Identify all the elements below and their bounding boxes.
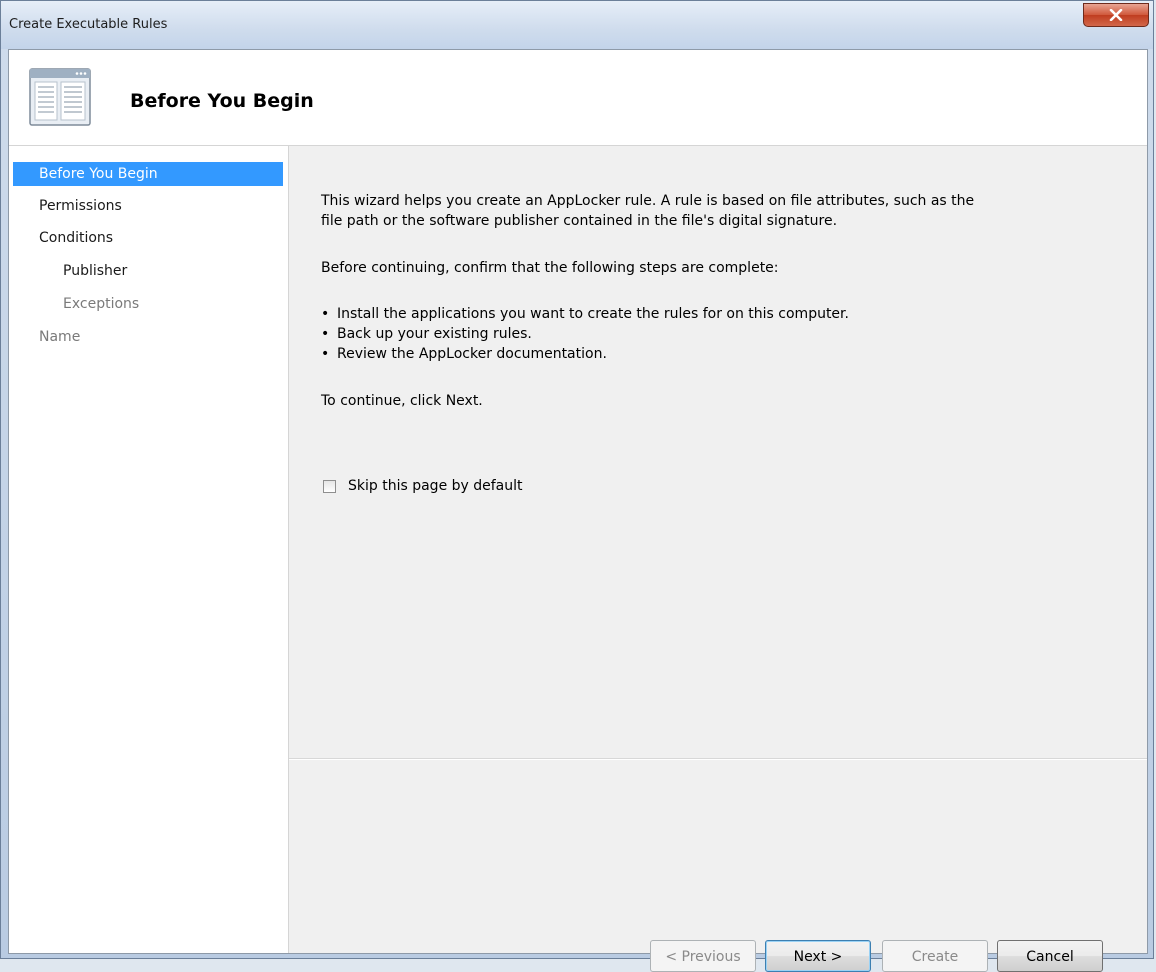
next-button[interactable]: Next >: [765, 940, 871, 972]
nav-item-name: Name: [39, 329, 81, 345]
wizard-content: This wizard helps you create an AppLocke…: [289, 146, 1147, 953]
list-item-text: Install the applications you want to cre…: [337, 306, 849, 322]
list-item-text: Review the AppLocker documentation.: [337, 346, 607, 362]
skip-page-label[interactable]: Skip this page by default: [348, 478, 523, 494]
skip-page-option[interactable]: Skip this page by default: [323, 476, 523, 496]
nav-item-exceptions: Exceptions: [63, 296, 140, 312]
list-item: • Install the applications you want to cr…: [321, 304, 849, 324]
wizard-header: Before You Begin: [9, 50, 1147, 146]
page-title: Before You Begin: [130, 90, 314, 112]
nav-item-before-you-begin[interactable]: Before You Begin: [13, 162, 283, 186]
create-button: Create: [882, 940, 988, 972]
bullet-mark: •: [321, 326, 330, 342]
intro-text-line-2: file path or the software publisher cont…: [321, 213, 838, 229]
previous-button: < Previous: [650, 940, 756, 972]
list-item: • Back up your existing rules.: [321, 324, 532, 344]
skip-page-checkbox[interactable]: [323, 479, 336, 493]
close-button[interactable]: [1083, 3, 1149, 27]
list-item-text: Back up your existing rules.: [337, 326, 532, 342]
footer-separator: [289, 758, 1147, 760]
list-item: • Review the AppLocker documentation.: [321, 344, 607, 364]
close-icon: [1109, 9, 1123, 21]
confirm-text: Before continuing, confirm that the foll…: [321, 260, 779, 276]
window-title: Create Executable Rules: [9, 17, 168, 32]
wizard-window-icon: [29, 68, 91, 126]
title-bar[interactable]: Create Executable Rules: [1, 1, 1153, 49]
wizard-client-area: Before You Begin Before You Begin Permis…: [8, 49, 1148, 972]
continue-text: To continue, click Next.: [321, 393, 483, 409]
nav-item-conditions[interactable]: Conditions: [13, 226, 283, 250]
cancel-button[interactable]: Cancel: [997, 940, 1103, 972]
nav-item-permissions[interactable]: Permissions: [13, 194, 283, 218]
wizard-window: Create Executable Rules Before You Begin…: [0, 0, 1154, 972]
bullet-mark: •: [321, 346, 330, 362]
intro-text-line-1: This wizard helps you create an AppLocke…: [321, 193, 975, 209]
wizard-steps-nav: Before You Begin Permissions Conditions …: [9, 146, 289, 953]
bullet-mark: •: [321, 306, 330, 322]
nav-item-publisher[interactable]: Publisher: [13, 259, 283, 283]
